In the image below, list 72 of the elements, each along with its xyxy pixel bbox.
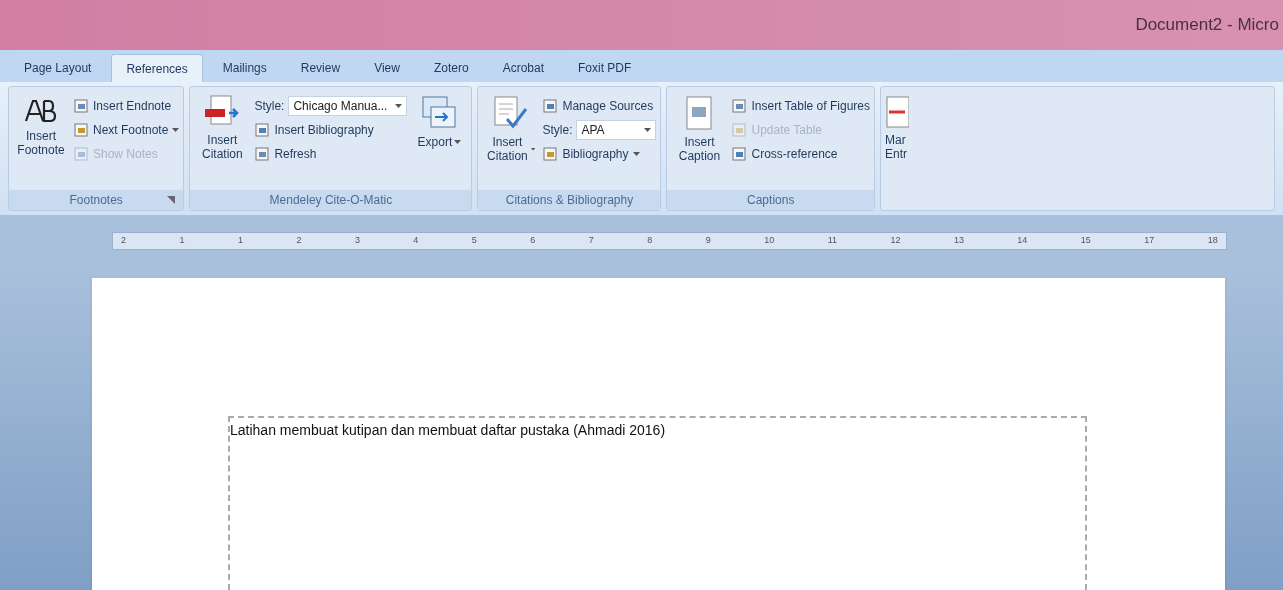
command-icon	[73, 146, 89, 162]
dialog-launcher-icon[interactable]	[167, 196, 176, 204]
ribbon-small-button[interactable]: Insert Endnote	[73, 95, 180, 117]
ruler-number: 1	[179, 234, 185, 248]
ribbon-tab[interactable]: Review	[286, 54, 355, 82]
caption-document-icon	[684, 95, 715, 131]
caret-icon	[644, 127, 652, 133]
command-icon	[731, 146, 748, 162]
caret-icon	[454, 139, 462, 145]
command-icon	[731, 98, 748, 114]
document-text: Latihan membuat kutipan dan membuat daftar pustaka (Ahmadi 2016)	[230, 421, 667, 440]
window-title: Document2 - Micro	[1135, 14, 1279, 37]
group-label: Mendeley Cite-O-Matic	[269, 192, 393, 209]
caret-icon	[172, 127, 180, 133]
caret-icon	[632, 151, 640, 157]
ribbon-tab[interactable]: References	[111, 54, 203, 82]
ribbon-tab[interactable]: Page Layout	[10, 54, 106, 82]
ruler-number: 18	[1207, 234, 1218, 248]
group-label: Footnotes	[69, 192, 123, 209]
ribbon-small-button[interactable]: Cross-reference	[731, 143, 870, 165]
ruler-number: 2	[121, 234, 126, 248]
style-label: Style:	[254, 98, 285, 115]
command-icon	[542, 146, 559, 162]
ribbon-small-button[interactable]: Insert Table of Figures	[731, 95, 870, 117]
caret-icon	[395, 103, 403, 109]
ruler-number: 15	[1080, 234, 1091, 248]
ruler-number: 5	[471, 234, 477, 248]
ribbon-large-button[interactable]: Insert Citation	[194, 95, 251, 190]
ruler-number: 9	[705, 234, 711, 248]
ruler-number: 14	[1017, 234, 1028, 248]
ruler-number: 4	[413, 234, 419, 248]
document-check-icon	[491, 95, 530, 131]
ruler-number: 6	[530, 234, 536, 248]
ribbon-tab[interactable]: Acrobat	[488, 54, 558, 82]
ribbon-tab[interactable]: View	[360, 54, 414, 82]
windows-export-icon	[421, 95, 458, 131]
ribbon-large-button[interactable]: Export	[411, 95, 468, 190]
ribbon-large-button[interactable]: Insert Caption	[671, 95, 728, 190]
style-dropdown[interactable]: APA	[576, 120, 657, 140]
ruler-number: 10	[764, 234, 775, 248]
group-label: Citations & Bibliography	[505, 192, 634, 209]
ruler-number: 17	[1144, 234, 1155, 248]
command-icon	[254, 146, 271, 162]
ruler-number: 11	[827, 234, 837, 248]
ribbon-small-button[interactable]: Manage Sources	[542, 95, 657, 117]
ruler-number: 7	[588, 234, 594, 248]
command-icon	[542, 98, 559, 114]
command-icon	[731, 122, 748, 138]
command-icon	[73, 98, 89, 114]
ruler-number: 8	[647, 234, 653, 248]
ribbon-tab[interactable]: Mailings	[208, 54, 281, 82]
ruler-number: 12	[890, 234, 901, 248]
ribbon-small-button[interactable]: Insert Bibliography	[254, 119, 408, 141]
ribbon-tab[interactable]: Zotero	[419, 54, 483, 82]
ruler-number: 13	[953, 234, 964, 248]
ribbon-large-button[interactable]: Insert Citation	[482, 95, 539, 190]
ribbon-large-button[interactable]: Insert Footnote	[13, 95, 69, 190]
ribbon-tab[interactable]: Foxit PDF	[564, 54, 646, 82]
caret-icon	[531, 146, 536, 152]
ribbon-small-button[interactable]: Next Footnote	[73, 119, 180, 141]
ruler-number: 2	[296, 234, 302, 248]
command-icon	[73, 122, 89, 138]
style-label: Style:	[542, 122, 573, 139]
command-icon	[254, 122, 271, 138]
style-dropdown[interactable]: Chicago Manua...	[288, 96, 408, 116]
ruler-number: 3	[354, 234, 360, 248]
ribbon-small-button[interactable]: Bibliography	[542, 143, 657, 165]
document-line-icon	[885, 95, 909, 129]
mark-entry-button[interactable]: Mar Entr	[885, 133, 909, 161]
ruler-number: 1	[237, 234, 243, 248]
ribbon-small-button[interactable]: Refresh	[254, 143, 408, 165]
group-label: Captions	[747, 192, 795, 209]
